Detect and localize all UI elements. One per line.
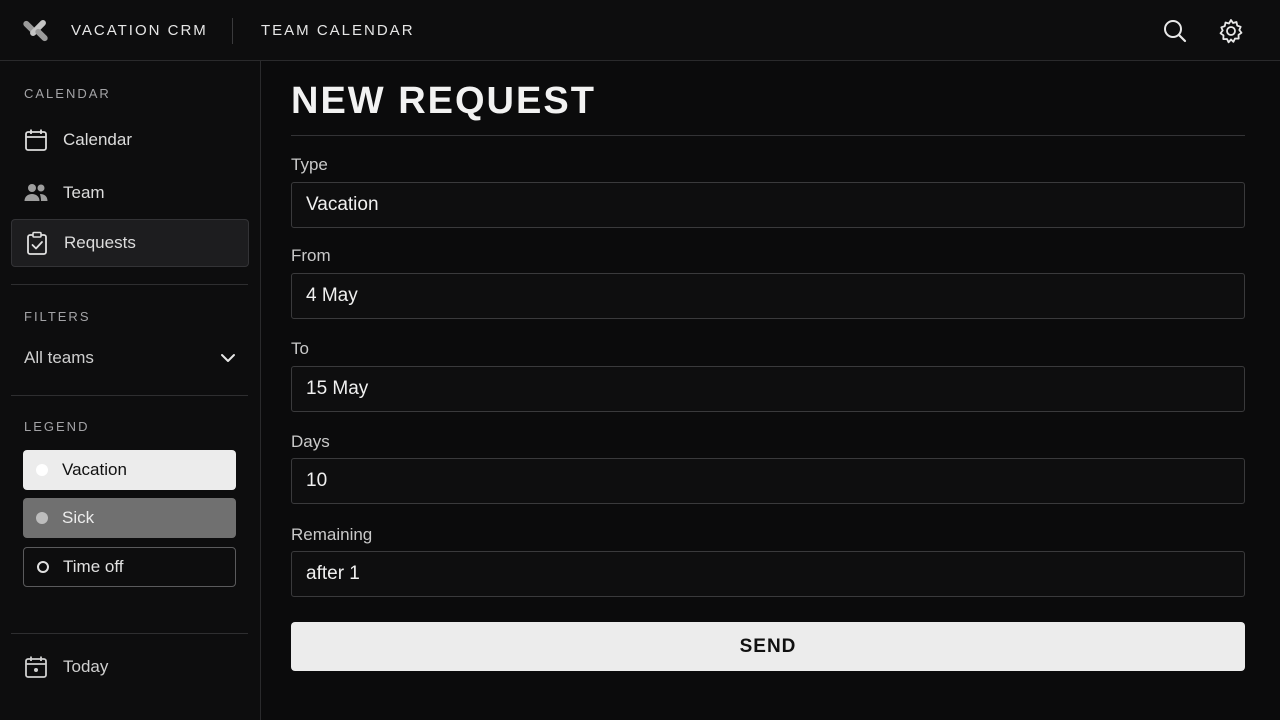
legend-item-sick[interactable]: Sick: [23, 498, 236, 538]
legend-label: Sick: [62, 508, 95, 527]
search-icon[interactable]: [1161, 17, 1189, 45]
days-field[interactable]: [291, 458, 1245, 504]
legend-item-time-off[interactable]: Time off: [23, 547, 236, 587]
people-icon: [24, 184, 48, 201]
type-label: Type: [291, 155, 328, 174]
title-divider: [291, 135, 1245, 136]
time-off-ring-icon: [37, 561, 49, 573]
sidebar-divider: [11, 284, 248, 285]
team-filter-select[interactable]: All teams: [24, 344, 236, 372]
app-title: VACATION CRM: [71, 22, 208, 39]
chevron-down-icon: [221, 354, 235, 362]
page-title: NEW REQUEST: [291, 80, 596, 122]
to-label: To: [291, 339, 309, 358]
vacation-dot-icon: [36, 464, 48, 476]
filters-heading: FILTERS: [24, 309, 91, 324]
legend-label: Time off: [63, 557, 124, 576]
gear-icon[interactable]: [1217, 17, 1245, 45]
from-label: From: [291, 246, 331, 265]
sidebar-item-team[interactable]: Team: [11, 169, 249, 217]
sidebar: CALENDAR Calendar Team Requests FILTERS …: [0, 61, 261, 720]
legend-item-vacation[interactable]: Vacation: [23, 450, 236, 490]
sidebar-item-requests[interactable]: Requests: [11, 219, 249, 267]
remaining-label: Remaining: [291, 525, 373, 544]
clipboard-check-icon: [27, 231, 47, 255]
legend-label: Vacation: [62, 460, 127, 479]
sidebar-item-label: Team: [63, 183, 105, 202]
from-date-field[interactable]: [291, 273, 1245, 319]
sick-dot-icon: [36, 512, 48, 524]
top-bar: VACATION CRM TEAM CALENDAR: [0, 0, 1280, 61]
remaining-field[interactable]: [291, 551, 1245, 597]
sidebar-divider: [11, 395, 248, 396]
sidebar-item-label: Calendar: [63, 130, 132, 149]
sidebar-item-calendar[interactable]: Calendar: [11, 116, 249, 164]
header-divider: [232, 18, 233, 44]
days-label: Days: [291, 432, 330, 451]
to-date-field[interactable]: [291, 366, 1245, 412]
sidebar-divider: [11, 633, 248, 634]
type-field[interactable]: [291, 182, 1245, 228]
today-button[interactable]: Today: [23, 651, 108, 683]
sidebar-item-label: Requests: [64, 233, 136, 252]
section-title: TEAM CALENDAR: [261, 22, 415, 39]
calendar-today-icon: [25, 656, 47, 678]
legend-heading: LEGEND: [24, 419, 90, 434]
logo-icon: [23, 20, 48, 42]
today-label: Today: [63, 657, 109, 676]
team-filter-value: All teams: [24, 348, 94, 367]
send-button[interactable]: SEND: [291, 622, 1245, 671]
calendar-heading: CALENDAR: [24, 86, 111, 101]
calendar-icon: [25, 129, 47, 151]
